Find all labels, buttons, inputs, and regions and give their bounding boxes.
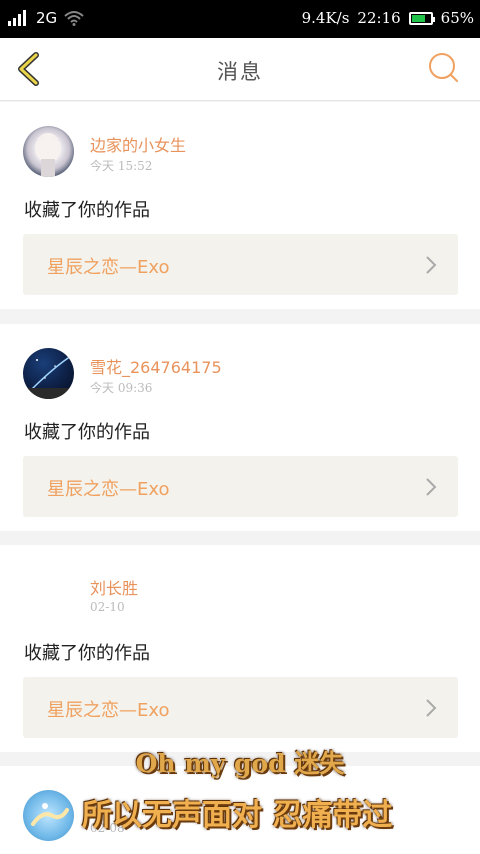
lyric-line-2: 所以无声面对 忍痛带过 [82,798,393,833]
message-time: 今天 09:36 [90,381,153,395]
message-text: 收藏了你的作品 [24,200,150,221]
message-card: 边家的小女生 今天 15:52 收藏了你的作品 星辰之恋—Exo [0,102,480,309]
network-speed: 9.4K/s [301,9,350,27]
avatar[interactable] [23,348,74,399]
signal-icon [8,10,26,26]
status-left: 2G [8,9,85,27]
work-title: 星辰之恋—Exo [47,479,170,500]
avatar[interactable] [23,569,74,620]
message-text: 收藏了你的作品 [24,643,150,664]
message-time: 02-10 [90,600,125,614]
network-type: 2G [36,9,58,27]
battery-fill [411,14,425,22]
chevron-right-icon [426,256,437,274]
message-card: 刘长胜 02-10 收藏了你的作品 星辰之恋—Exo [0,545,480,752]
lyric-line-1: Oh my god 迷失 [135,749,345,778]
clock: 22:16 [357,9,401,27]
message-text: 收藏了你的作品 [24,422,150,443]
work-link[interactable]: 星辰之恋—Exo [23,677,458,738]
search-icon [429,53,458,82]
status-right: 9.4K/s 22:16 65% [302,9,474,27]
sender-name[interactable]: 刘长胜 [90,575,138,599]
chevron-right-icon [426,478,437,496]
status-bar: 2G 9.4K/s 22:16 65% [0,0,480,38]
message-time: 今天 15:52 [90,159,153,173]
message-card: 雪花_264764175 今天 09:36 收藏了你的作品 星辰之恋—Exo [0,324,480,531]
work-title: 星辰之恋—Exo [47,257,170,278]
battery-icon [408,11,435,25]
sender-name[interactable]: 雪花_264764175 [90,354,222,378]
sender-name[interactable]: 边家的小女生 [90,132,186,156]
avatar[interactable] [23,790,74,841]
work-link[interactable]: 星辰之恋—Exo [23,234,458,295]
work-link[interactable]: 星辰之恋—Exo [23,456,458,517]
work-title: 星辰之恋—Exo [47,700,170,721]
page-title: 消息 [217,60,263,84]
chevron-right-icon [426,699,437,717]
wifi-icon [64,11,84,26]
search-button[interactable] [428,52,460,84]
avatar[interactable] [23,126,74,177]
battery-percent: 65% [440,9,474,27]
app-header: 消息 [0,38,480,101]
